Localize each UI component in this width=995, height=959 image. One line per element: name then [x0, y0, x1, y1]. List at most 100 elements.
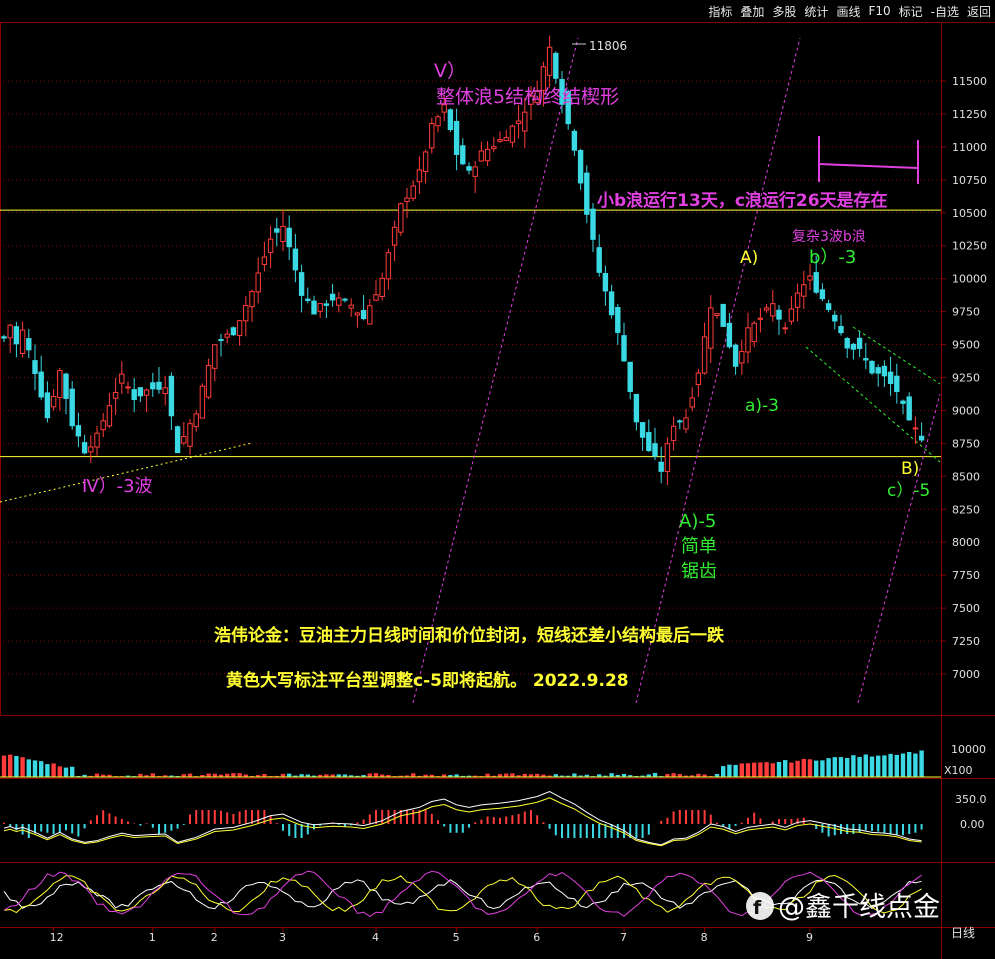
candle-up — [751, 322, 757, 343]
candle-up — [763, 307, 770, 311]
candle-down — [38, 371, 44, 398]
volume-bar — [206, 773, 211, 777]
candle-up — [794, 292, 801, 308]
x-tick-label: 3 — [279, 931, 286, 944]
candle-up — [367, 305, 373, 325]
volume-bar — [63, 767, 69, 777]
volume-bar — [876, 755, 881, 777]
y-tick-label: 10750 — [952, 174, 987, 187]
wave-b-label: b）-3 — [809, 247, 856, 268]
toolbar-overlay-button[interactable]: 叠加 — [736, 3, 768, 20]
y-tick-label: 8000 — [952, 536, 980, 549]
volume-bar — [795, 760, 800, 777]
candle-up — [385, 252, 392, 280]
candle-down — [577, 150, 584, 184]
candle-up — [701, 336, 708, 374]
y-tick-label: 11250 — [952, 108, 987, 121]
candle-down — [875, 367, 881, 374]
candle-down — [137, 387, 144, 397]
toolbar-f10-button[interactable]: F10 — [864, 4, 894, 18]
volume-bar — [26, 759, 31, 777]
candle-down — [838, 326, 844, 334]
x-tick-label: 12 — [50, 931, 64, 944]
y-tick-label: 8750 — [952, 437, 980, 450]
candle-down — [590, 208, 596, 240]
toolbar-mark-button[interactable]: 标记 — [895, 3, 927, 20]
volume-bar — [51, 763, 56, 777]
toolbar-draw-button[interactable]: 画线 — [832, 3, 864, 20]
candle-up — [757, 317, 764, 320]
candle-down — [286, 227, 292, 248]
candle-up — [261, 256, 268, 265]
wave-A5-label: A)-5 — [679, 511, 716, 532]
toolbar-stats-button[interactable]: 统计 — [800, 3, 832, 20]
volume-bar — [832, 757, 837, 777]
volume-bar — [789, 762, 794, 777]
candle-down — [776, 309, 782, 320]
candle-up — [280, 225, 286, 242]
candle-down — [44, 392, 51, 419]
volume-bar — [869, 756, 875, 777]
sawtooth-label: 锯齿 — [681, 561, 717, 582]
toolbar-indicator-button[interactable]: 指标 — [704, 3, 736, 20]
y-tick-label: 10250 — [952, 240, 987, 253]
c-wave-channel-line — [857, 393, 941, 704]
candle-up — [404, 197, 410, 202]
x-tick-label: 8 — [701, 931, 708, 944]
y-tick-label: 9250 — [952, 372, 980, 385]
candle-up — [683, 417, 689, 430]
candle-down — [174, 426, 181, 454]
toolbar-back-button[interactable]: 返回 — [963, 3, 995, 20]
candle-down — [621, 335, 627, 362]
y-tick-label: 8250 — [952, 503, 980, 516]
candle-up — [422, 151, 429, 172]
candle-up — [354, 312, 361, 316]
volume-axis-label: 10000 — [951, 743, 986, 756]
volume-bar — [851, 755, 856, 777]
candle-up — [249, 291, 255, 308]
candle-up — [236, 320, 243, 337]
analysis-note-1: 浩伟论金：豆油主力日线时间和价位封闭，短线还差小结构最后一跌 — [214, 625, 725, 646]
volume-bar — [727, 764, 732, 777]
candle-up — [472, 166, 478, 177]
high-price-label: 11806 — [589, 39, 627, 53]
watermark-logo-letter: f — [753, 897, 762, 919]
candle-down — [720, 303, 726, 327]
price-chart[interactable]: 11500 11250 11000 10750 10500 10250 10000 9750 9… — [0, 22, 995, 959]
volume-bar — [94, 773, 100, 777]
candle-down — [819, 289, 826, 300]
macd-histogram — [3, 790, 923, 847]
volume-bars — [0, 750, 941, 778]
candle-down — [863, 358, 869, 361]
candle-down — [639, 422, 646, 438]
candle-up — [181, 436, 187, 444]
toolbar-multistock-button[interactable]: 多股 — [768, 3, 800, 20]
volume-bar — [733, 764, 738, 777]
candle-down — [602, 273, 609, 292]
wave-a-label: a)-3 — [745, 396, 779, 416]
candle-up — [100, 420, 106, 431]
candle-down — [274, 228, 280, 233]
candle-up — [336, 297, 342, 306]
macd-tick-0: 0.00 — [960, 818, 985, 831]
period-label[interactable]: 日线 — [951, 926, 975, 940]
volume-bar — [671, 773, 676, 777]
complex-b-note: 复杂3波b浪 — [792, 228, 866, 245]
wave-B-label: B) — [901, 459, 919, 479]
toolbar-watchlist-button[interactable]: -自选 — [927, 3, 963, 20]
candle-up — [515, 120, 522, 125]
candle-up — [695, 372, 702, 386]
candle-up — [503, 137, 509, 142]
wave5-channel-line — [412, 37, 579, 704]
candle-up — [212, 344, 218, 369]
candle-up — [373, 294, 379, 301]
volume-bar — [721, 766, 726, 777]
volume-bar — [39, 761, 44, 777]
y-tick-label: 9500 — [952, 339, 980, 352]
candle-down — [230, 327, 237, 336]
candle-up — [801, 284, 807, 297]
candle-up — [664, 443, 671, 473]
candle-up — [509, 125, 516, 143]
x-tick-label: 6 — [533, 931, 540, 944]
wave-A-label: A) — [740, 248, 758, 268]
